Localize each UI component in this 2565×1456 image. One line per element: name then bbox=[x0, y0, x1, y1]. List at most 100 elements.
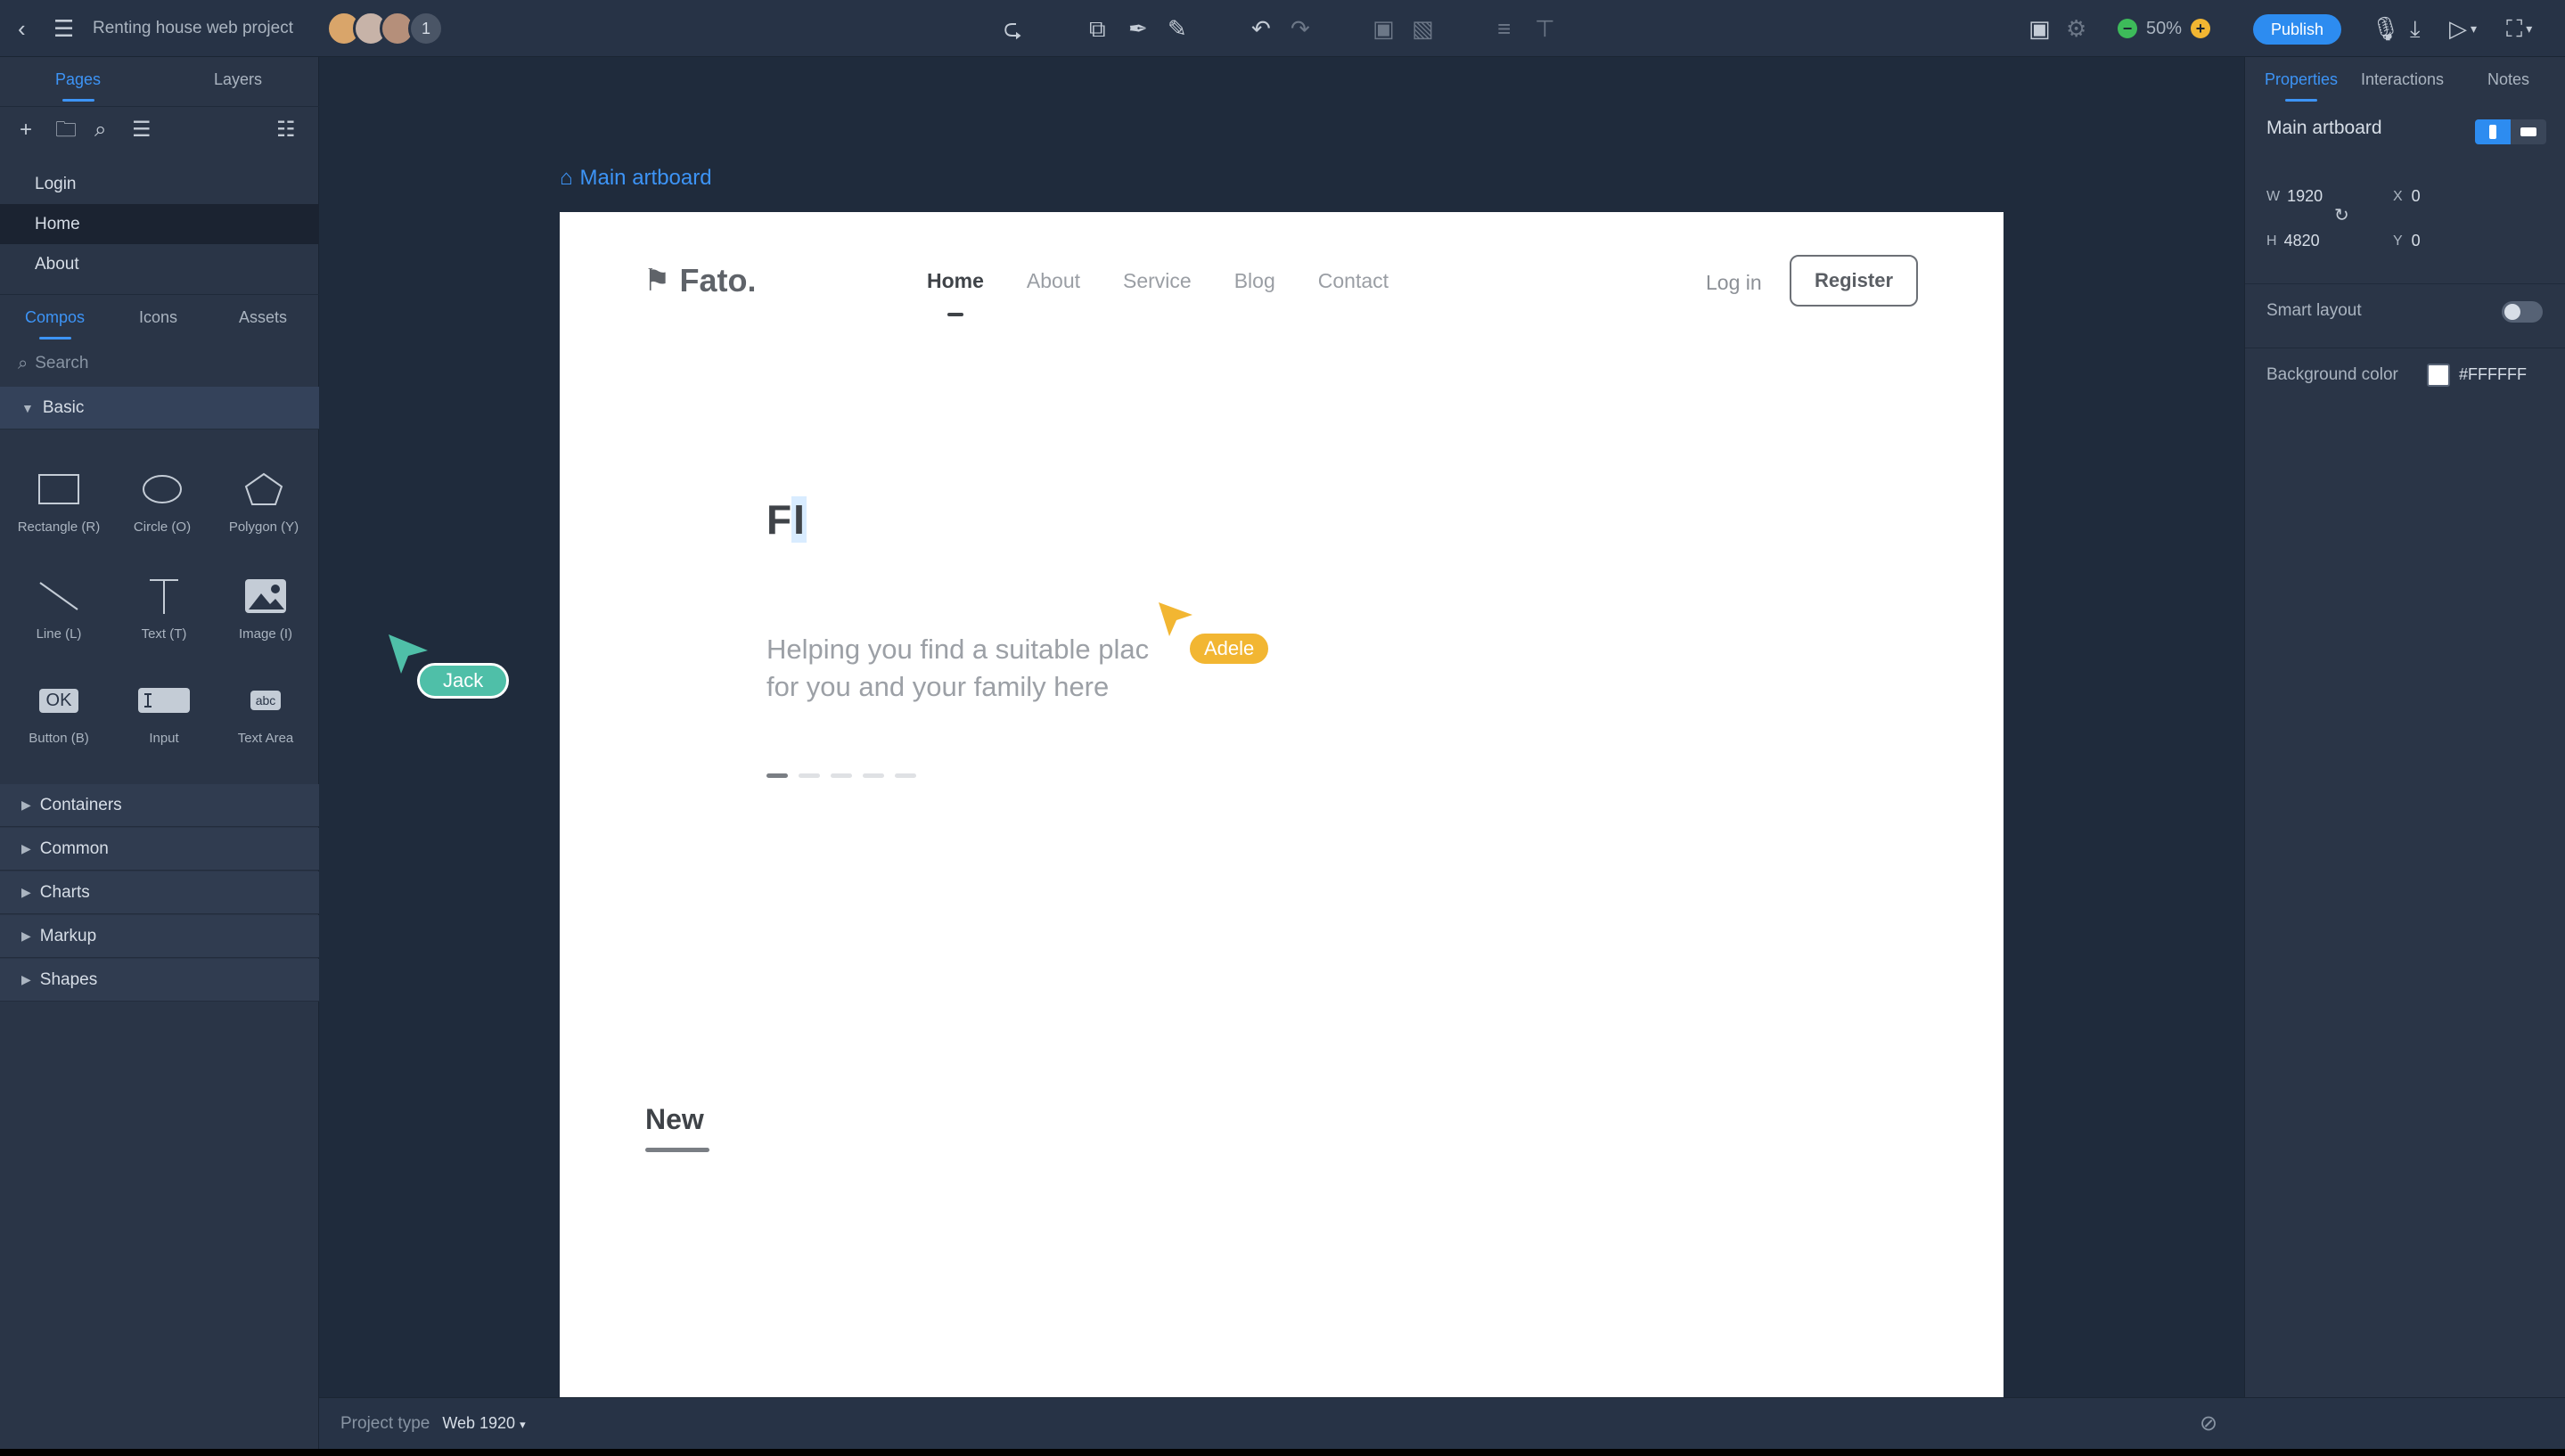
site-logo[interactable]: ⚑ Fato. bbox=[643, 262, 756, 299]
avatar-count-badge[interactable]: 1 bbox=[408, 11, 444, 46]
nav-about[interactable]: About bbox=[1027, 269, 1080, 293]
orientation-toggle[interactable] bbox=[2475, 119, 2546, 144]
artboard-label[interactable]: ⌂ Main artboard bbox=[560, 166, 712, 191]
compo-polygon[interactable]: Polygon (Y) bbox=[210, 462, 317, 552]
group-button[interactable]: ▣ bbox=[1373, 0, 1395, 57]
page-item-about[interactable]: About bbox=[0, 244, 319, 284]
compo-line[interactable]: Line (L) bbox=[5, 569, 112, 658]
preview-play-button[interactable]: ▷ ▾ bbox=[2449, 0, 2477, 57]
connector-tool-button[interactable]: ⮎ bbox=[1004, 0, 1022, 57]
compo-button[interactable]: OK Button (B) bbox=[5, 674, 112, 763]
tab-icons[interactable]: Icons bbox=[139, 295, 177, 339]
project-title: Renting house web project bbox=[93, 19, 293, 37]
compass-icon[interactable]: ⊘ bbox=[2200, 1412, 2217, 1435]
page-item-home[interactable]: Home bbox=[0, 204, 319, 244]
compo-textarea[interactable]: abc Text Area bbox=[212, 674, 319, 763]
download-icon: ⤓ bbox=[2410, 15, 2421, 42]
section-markup[interactable]: ▶ Markup bbox=[0, 915, 319, 958]
tab-interactions[interactable]: Interactions bbox=[2361, 57, 2444, 102]
background-color-swatch[interactable] bbox=[2427, 364, 2450, 387]
width-field[interactable]: W 1920 bbox=[2266, 187, 2323, 206]
height-field[interactable]: H 4820 bbox=[2266, 232, 2320, 250]
carousel-dot[interactable] bbox=[766, 773, 788, 778]
compo-text[interactable]: Text (T) bbox=[111, 569, 217, 658]
new-section-heading[interactable]: New bbox=[645, 1103, 709, 1152]
project-type-label: Project type bbox=[340, 1413, 430, 1433]
nav-contact[interactable]: Contact bbox=[1318, 269, 1389, 293]
nav-blog[interactable]: Blog bbox=[1234, 269, 1275, 293]
pen-tool-button[interactable]: ✒ bbox=[1128, 0, 1148, 57]
zoom-control: − 50% + bbox=[2118, 0, 2211, 57]
carousel-dot[interactable] bbox=[863, 773, 884, 778]
tab-properties[interactable]: Properties bbox=[2265, 57, 2338, 102]
download-button[interactable]: ⤓ bbox=[2410, 0, 2421, 57]
ungroup-button[interactable]: ▧ bbox=[1412, 0, 1434, 57]
tab-assets[interactable]: Assets bbox=[239, 295, 287, 339]
list-order-icon[interactable]: ☰ bbox=[132, 119, 152, 141]
register-button[interactable]: Register bbox=[1790, 255, 1918, 307]
add-folder-icon[interactable]: 🗀︎ bbox=[55, 119, 77, 141]
add-frame-button[interactable]: ⧉ bbox=[1089, 0, 1106, 57]
device-preview-button[interactable]: ▣ bbox=[2028, 0, 2051, 57]
portrait-icon[interactable] bbox=[2475, 119, 2511, 144]
tab-pages[interactable]: Pages bbox=[55, 57, 101, 102]
section-containers[interactable]: ▶ Containers bbox=[0, 784, 319, 827]
page-settings-icon[interactable]: ☷ bbox=[276, 119, 296, 141]
settings-button[interactable]: ⚙ bbox=[2066, 0, 2086, 57]
smart-layout-toggle[interactable] bbox=[2502, 301, 2543, 323]
compo-image[interactable]: Image (I) bbox=[212, 569, 319, 658]
connector-icon: ⮎ bbox=[1004, 15, 1022, 42]
bottom-status-bar: Project type Web 1920 ▾ ⊘ bbox=[319, 1397, 2244, 1449]
align-top-button[interactable]: ⊤ bbox=[1535, 0, 1555, 57]
background-color-value[interactable]: #FFFFFF bbox=[2459, 365, 2527, 384]
hero-subtitle-line2: for you and your family here bbox=[766, 671, 1110, 702]
y-field[interactable]: Y0 bbox=[2393, 232, 2421, 250]
zoom-in-button[interactable]: + bbox=[2191, 19, 2211, 38]
menu-button[interactable]: ☰ bbox=[53, 0, 74, 57]
nav-home[interactable]: Home bbox=[927, 269, 984, 316]
component-search[interactable]: ⌕ Search bbox=[0, 344, 319, 383]
carousel-dot[interactable] bbox=[799, 773, 820, 778]
page-item-login[interactable]: Login bbox=[0, 164, 319, 204]
add-page-icon[interactable]: + bbox=[20, 119, 32, 141]
rotate-icon[interactable]: ↻ bbox=[2334, 207, 2349, 225]
compo-input[interactable]: Input bbox=[111, 674, 217, 763]
compo-circle[interactable]: Circle (O) bbox=[109, 462, 216, 552]
section-common[interactable]: ▶ Common bbox=[0, 828, 319, 871]
undo-button[interactable]: ↶ bbox=[1251, 0, 1271, 57]
main-artboard[interactable]: ⚑ Fato. Home About Service Blog Contact … bbox=[560, 212, 2004, 1404]
hero-title[interactable]: FI bbox=[766, 495, 807, 544]
pencil-tool-button[interactable]: ✎ bbox=[1168, 0, 1187, 57]
login-link[interactable]: Log in bbox=[1706, 271, 1762, 295]
publish-button[interactable]: Publish bbox=[2253, 14, 2342, 45]
section-basic[interactable]: ▼ Basic bbox=[0, 387, 319, 429]
compo-label: Text Area bbox=[237, 731, 294, 746]
section-shapes[interactable]: ▶ Shapes bbox=[0, 959, 319, 1002]
landscape-icon[interactable] bbox=[2511, 119, 2546, 144]
nav-service[interactable]: Service bbox=[1123, 269, 1192, 293]
carousel-indicator bbox=[766, 773, 916, 778]
input-icon bbox=[137, 674, 191, 727]
tab-notes[interactable]: Notes bbox=[2487, 57, 2529, 102]
x-field[interactable]: X0 bbox=[2393, 187, 2421, 206]
fullscreen-button[interactable]: ⛶ ▾ bbox=[2506, 0, 2532, 57]
page-toolbar: + 🗀︎ ⌕ ☰ ☷ bbox=[0, 106, 319, 156]
cursor-arrow-icon bbox=[1159, 602, 1192, 636]
microphone-button[interactable]: 🎙︎ bbox=[2371, 0, 2400, 57]
search-input[interactable]: Search bbox=[35, 354, 88, 373]
carousel-dot[interactable] bbox=[831, 773, 852, 778]
hero-subtitle[interactable]: Helping you find a suitable plac for you… bbox=[766, 631, 1230, 706]
collaborator-avatars[interactable]: 1 bbox=[326, 0, 444, 57]
zoom-out-button[interactable]: − bbox=[2118, 19, 2137, 38]
redo-button[interactable]: ↷ bbox=[1291, 0, 1310, 57]
project-type-select[interactable]: Web 1920 ▾ bbox=[442, 1414, 525, 1433]
search-icon[interactable]: ⌕ bbox=[94, 119, 106, 141]
back-button[interactable]: ‹ bbox=[18, 0, 26, 57]
section-charts[interactable]: ▶ Charts bbox=[0, 871, 319, 914]
tab-layers[interactable]: Layers bbox=[214, 57, 262, 102]
zoom-level[interactable]: 50% bbox=[2146, 19, 2182, 39]
tab-compos[interactable]: Compos bbox=[25, 295, 85, 339]
distribute-vertical-button[interactable]: ≡ bbox=[1497, 0, 1511, 57]
carousel-dot[interactable] bbox=[895, 773, 916, 778]
compo-rectangle[interactable]: Rectangle (R) bbox=[5, 462, 112, 552]
